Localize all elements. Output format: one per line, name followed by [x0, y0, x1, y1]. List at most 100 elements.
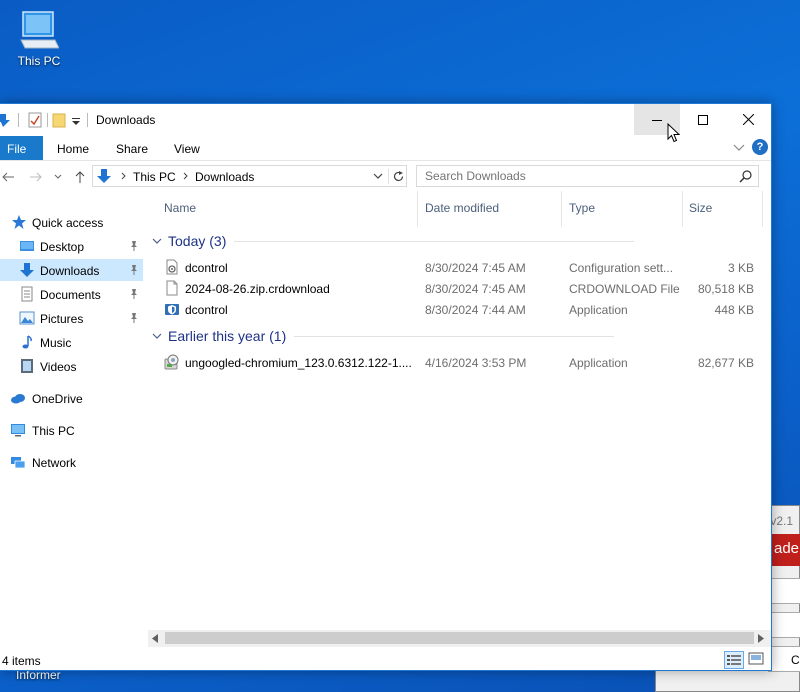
- nav-item-videos[interactable]: Videos: [0, 355, 143, 377]
- breadcrumb-this-pc[interactable]: This PC: [133, 170, 176, 184]
- file-type: CRDOWNLOAD File: [569, 282, 680, 296]
- download-arrow-icon: [97, 169, 111, 183]
- column-separator[interactable]: [561, 191, 562, 227]
- file-type: Application: [569, 303, 628, 317]
- table-row[interactable]: 2024-08-26.zip.crdownload 8/30/2024 7:45…: [150, 278, 771, 299]
- file-name: ungoogled-chromium_123.0.6312.122-1....: [185, 356, 412, 370]
- column-header-name[interactable]: Name: [164, 201, 196, 215]
- search-input[interactable]: [425, 169, 725, 183]
- nav-label: Pictures: [40, 312, 84, 326]
- forward-button[interactable]: [28, 169, 44, 185]
- properties-icon[interactable]: [28, 112, 42, 128]
- column-header-size[interactable]: Size: [689, 201, 712, 215]
- search-box[interactable]: [416, 165, 759, 187]
- background-box: [768, 578, 800, 604]
- column-separator[interactable]: [762, 191, 763, 227]
- breadcrumb-downloads[interactable]: Downloads: [195, 170, 254, 184]
- nav-item-quick-access[interactable]: Quick access: [0, 211, 143, 233]
- column-separator[interactable]: [417, 191, 418, 227]
- version-label: v2.1: [770, 514, 793, 528]
- title-separator: [87, 113, 88, 127]
- item-count: 4 items: [2, 654, 41, 668]
- address-dropdown-chevron-icon[interactable]: [373, 172, 383, 180]
- refresh-icon: [393, 171, 404, 182]
- expand-ribbon-chevron-icon[interactable]: [733, 141, 745, 153]
- up-button[interactable]: [72, 169, 88, 185]
- installer-icon: [164, 354, 179, 370]
- details-view-icon: [727, 655, 741, 665]
- forward-arrow-icon: [30, 172, 42, 182]
- network-icon: [11, 457, 26, 469]
- nav-item-this-pc[interactable]: This PC: [0, 419, 143, 441]
- scrollbar-thumb[interactable]: [165, 632, 754, 644]
- file-type: Application: [569, 356, 628, 370]
- table-row[interactable]: dcontrol 8/30/2024 7:45 AM Configuration…: [150, 257, 771, 278]
- horizontal-scrollbar[interactable]: [148, 630, 771, 647]
- new-folder-icon[interactable]: [52, 112, 66, 128]
- table-row[interactable]: dcontrol 8/30/2024 7:44 AM Application 4…: [150, 299, 771, 320]
- nav-item-downloads[interactable]: Downloads: [0, 259, 143, 281]
- group-divider: [234, 240, 635, 242]
- file-size: 82,677 KB: [697, 356, 754, 370]
- nav-label: Quick access: [32, 216, 104, 230]
- refresh-button[interactable]: [388, 169, 406, 184]
- title-bar[interactable]: Downloads: [0, 104, 771, 135]
- documents-icon: [21, 286, 33, 302]
- download-arrow-icon: [0, 114, 10, 127]
- desktop-folder-icon: [20, 241, 34, 251]
- breadcrumb-chevron-icon: [121, 172, 126, 180]
- monitor-icon: [20, 11, 59, 49]
- help-button[interactable]: ?: [752, 139, 768, 155]
- scroll-right-arrow-icon[interactable]: [757, 634, 765, 643]
- explorer-window: Downloads File Home Share View ? This PC…: [0, 103, 772, 671]
- tab-home[interactable]: Home: [57, 142, 89, 156]
- column-header-date-modified[interactable]: Date modified: [425, 201, 499, 215]
- large-icons-view-button[interactable]: [748, 652, 766, 668]
- back-button[interactable]: [0, 169, 16, 185]
- config-file-icon: [166, 259, 178, 275]
- customize-quick-access-icon[interactable]: [71, 112, 81, 128]
- nav-item-pictures[interactable]: Pictures: [0, 307, 143, 329]
- desktop-this-pc-label: This PC: [17, 54, 61, 68]
- tab-share[interactable]: Share: [116, 142, 148, 156]
- tab-view[interactable]: View: [174, 142, 200, 156]
- address-row: This PC Downloads: [0, 161, 771, 191]
- ribbon-tabs: File Home Share View ?: [0, 135, 771, 161]
- address-bar[interactable]: This PC Downloads: [92, 165, 407, 187]
- cloud-icon: [11, 394, 25, 404]
- close-button[interactable]: [725, 104, 771, 135]
- file-date: 4/16/2024 3:53 PM: [425, 356, 527, 370]
- minimize-icon: [652, 119, 662, 121]
- status-bar: 4 items: [0, 649, 771, 671]
- column-separator[interactable]: [682, 191, 683, 227]
- group-title: Today (3): [168, 233, 227, 249]
- chevron-down-icon: [152, 238, 162, 244]
- group-header-earlier-this-year[interactable]: Earlier this year (1): [152, 326, 615, 346]
- nav-item-documents[interactable]: Documents: [0, 283, 143, 305]
- column-header-type[interactable]: Type: [569, 201, 595, 215]
- maximize-button[interactable]: [680, 104, 726, 135]
- nav-item-desktop[interactable]: Desktop: [0, 235, 143, 257]
- table-row[interactable]: ungoogled-chromium_123.0.6312.122-1.... …: [150, 352, 771, 373]
- monitor-icon: [11, 424, 25, 437]
- file-name: dcontrol: [185, 303, 228, 317]
- blank-file-icon: [166, 280, 178, 296]
- file-date: 8/30/2024 7:44 AM: [425, 303, 526, 317]
- nav-item-music[interactable]: Music: [0, 331, 143, 353]
- recent-locations-button[interactable]: [50, 169, 66, 185]
- search-icon[interactable]: [739, 170, 752, 183]
- chevron-down-icon: [152, 333, 162, 339]
- group-header-today[interactable]: Today (3): [152, 231, 635, 251]
- background-box[interactable]: C: [768, 646, 800, 672]
- scroll-left-arrow-icon[interactable]: [151, 634, 159, 643]
- nav-label: Desktop: [40, 240, 85, 254]
- music-note-icon: [22, 335, 32, 349]
- details-view-button[interactable]: [724, 651, 744, 669]
- group-divider: [294, 335, 615, 337]
- file-date: 8/30/2024 7:45 AM: [425, 282, 526, 296]
- tab-file[interactable]: File: [0, 136, 43, 160]
- nav-item-network[interactable]: Network: [0, 451, 143, 473]
- nav-item-onedrive[interactable]: OneDrive: [0, 387, 143, 409]
- chevron-down-icon: [54, 174, 62, 179]
- desktop-this-pc[interactable]: This PC: [8, 8, 70, 78]
